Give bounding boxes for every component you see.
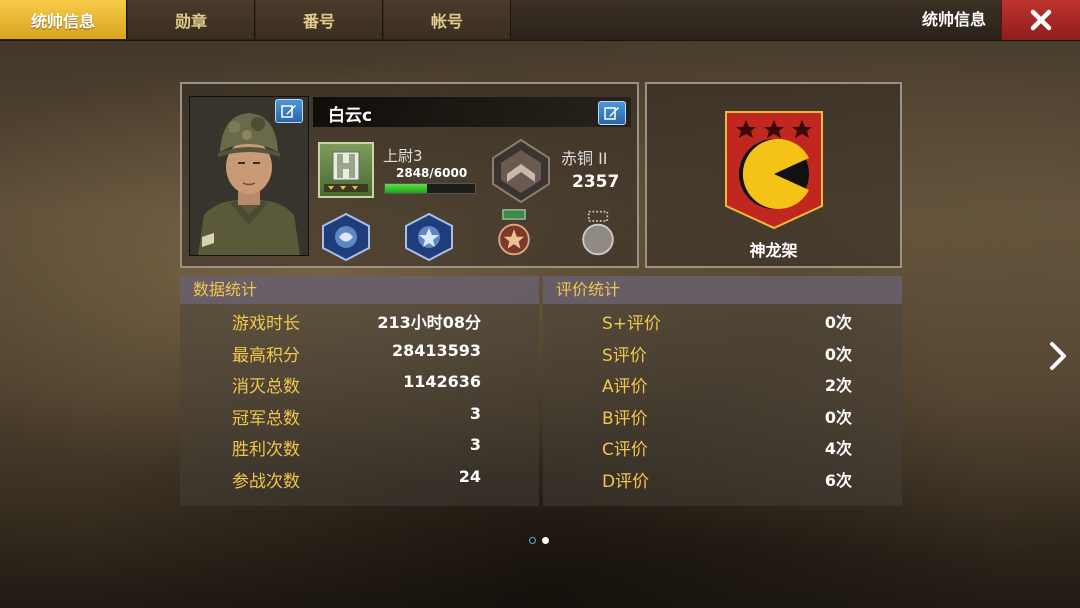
page-indicator: [529, 537, 549, 544]
tab-medals[interactable]: 勋章: [128, 0, 255, 39]
page-dot-current[interactable]: [542, 537, 549, 544]
legion-emblem-icon[interactable]: [724, 110, 824, 230]
top-nav-bar: 统帅信息 勋章 番号 帐号 统帅信息: [0, 0, 1080, 41]
rating-stats-panel: 评价统计 S+评价 0次 S评价 0次 A评价 2次 B评价 0次 C评价 4次 D评价 6…: [543, 276, 902, 506]
edit-avatar-button[interactable]: [275, 99, 303, 123]
legion-panel: 神龙架: [645, 82, 902, 268]
stat-label: S+评价: [602, 314, 662, 334]
rating-stats-title: 评价统计: [543, 276, 902, 304]
close-icon: [1030, 9, 1052, 31]
edit-pencil-icon: [281, 105, 296, 118]
tab-commander-info[interactable]: 统帅信息: [0, 0, 127, 39]
bronze-league-icon: [492, 138, 550, 204]
stat-label: 游戏时长: [232, 314, 300, 334]
stat-row: 参战次数 24: [180, 462, 539, 494]
profile-panel: 白云c 上尉3 2848/6000 赤铜 II 2357: [180, 82, 639, 268]
page-dot[interactable]: [529, 537, 536, 544]
stat-row: S评价 0次: [543, 336, 902, 368]
stat-row: B评价 0次: [543, 399, 902, 431]
stat-label: 冠军总数: [232, 408, 300, 429]
stat-value: 213小时08分: [377, 313, 481, 332]
next-page-button[interactable]: [1044, 336, 1072, 376]
stat-value: 0次: [824, 313, 852, 332]
stat-label: 参战次数: [232, 471, 300, 492]
stat-label: 最高积分: [232, 345, 300, 366]
stat-row: D评价 6次: [543, 462, 902, 494]
empty-medal-slot-icon[interactable]: [571, 208, 625, 258]
stat-label: B评价: [602, 408, 648, 429]
stat-label: 消灭总数: [232, 377, 300, 398]
edit-pencil-icon: [604, 107, 619, 120]
stat-value: 0次: [824, 344, 852, 364]
sapphire-medal-icon[interactable]: [319, 212, 373, 262]
stat-label: S评价: [602, 345, 647, 366]
legion-name: 神龙架: [749, 241, 798, 260]
stat-value: 4次: [824, 439, 852, 459]
stat-row: 冠军总数 3: [180, 399, 539, 431]
bronze-star-medal-icon[interactable]: [487, 208, 541, 258]
xp-progress-fill: [385, 184, 428, 193]
stat-value: 3: [469, 435, 481, 455]
stat-value: 6次: [824, 470, 852, 490]
league-score: 2357: [572, 172, 620, 192]
stat-value: 0次: [824, 407, 852, 427]
stat-value: 2次: [824, 376, 852, 396]
stat-value: 3: [469, 403, 481, 423]
name-bar: 白云c: [313, 97, 631, 127]
stat-row: 胜利次数 3: [180, 430, 539, 462]
page-title: 统帅信息: [921, 10, 986, 29]
stat-label: D评价: [602, 471, 650, 492]
stat-row: 消灭总数 1142636: [180, 367, 539, 399]
stat-value: 28413593: [391, 340, 481, 360]
edit-name-button[interactable]: [598, 101, 626, 125]
xp-text: 2848/6000: [396, 166, 468, 180]
player-name: 白云c: [328, 106, 373, 126]
stat-row: A评价 2次: [543, 367, 902, 399]
sapphire-star-medal-icon[interactable]: [402, 212, 456, 262]
rank-label: 上尉3: [383, 147, 423, 165]
stat-row: 游戏时长 213小时08分: [180, 304, 539, 336]
stat-row: S+评价 0次: [543, 304, 902, 336]
stat-label: A评价: [602, 377, 648, 398]
stat-row: 最高积分 28413593: [180, 336, 539, 368]
captain-bars-icon: [324, 151, 368, 192]
stat-label: 胜利次数: [232, 440, 300, 461]
xp-progress-bar: [384, 183, 476, 194]
close-button[interactable]: [1001, 0, 1080, 40]
chevron-right-icon: [1050, 342, 1066, 370]
rank-insignia: [318, 142, 374, 198]
data-stats-panel: 数据统计 游戏时长 213小时08分 最高积分 28413593 消灭总数 11426…: [180, 276, 539, 506]
stat-row: C评价 4次: [543, 430, 902, 462]
stat-value: 1142636: [403, 372, 481, 392]
league-label: 赤铜 II: [561, 149, 608, 168]
data-stats-title: 数据统计: [180, 276, 539, 304]
tab-account[interactable]: 帐号: [384, 0, 511, 39]
tab-designation[interactable]: 番号: [256, 0, 383, 39]
stat-value: 24: [458, 466, 481, 486]
stat-label: C评价: [602, 440, 648, 461]
